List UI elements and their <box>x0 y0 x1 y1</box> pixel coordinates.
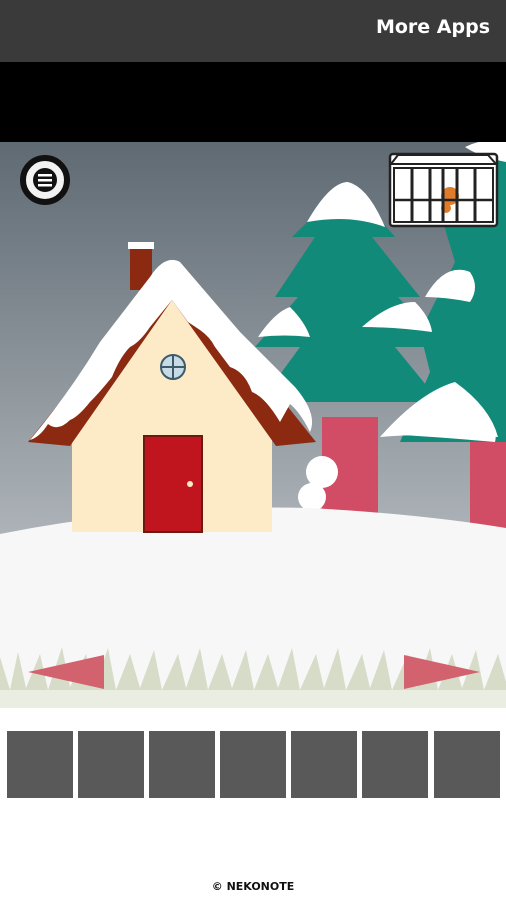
ad-banner <box>0 62 506 142</box>
inventory-slot[interactable] <box>291 731 357 798</box>
door[interactable] <box>143 435 203 533</box>
more-apps-button[interactable]: More Apps <box>376 16 490 38</box>
nav-left-arrow[interactable] <box>28 655 106 689</box>
top-bar: More Apps <box>0 0 506 62</box>
nav-right-arrow[interactable] <box>402 655 480 689</box>
menu-icon <box>20 155 70 205</box>
inventory-slot[interactable] <box>434 731 500 798</box>
arrow-left-icon <box>28 655 104 689</box>
inventory-slot[interactable] <box>149 731 215 798</box>
cage-icon <box>388 152 499 228</box>
inventory-slot[interactable] <box>78 731 144 798</box>
inventory-slot[interactable] <box>362 731 428 798</box>
door-knob <box>187 481 193 487</box>
copyright-text: © NEKONOTE <box>211 880 295 893</box>
menu-button[interactable] <box>19 154 71 206</box>
arrow-right-icon <box>404 655 480 689</box>
cage-thumbnail-button[interactable] <box>388 152 499 228</box>
inventory-bar <box>7 731 500 798</box>
inventory-slot[interactable] <box>220 731 286 798</box>
inventory-slot[interactable] <box>7 731 73 798</box>
